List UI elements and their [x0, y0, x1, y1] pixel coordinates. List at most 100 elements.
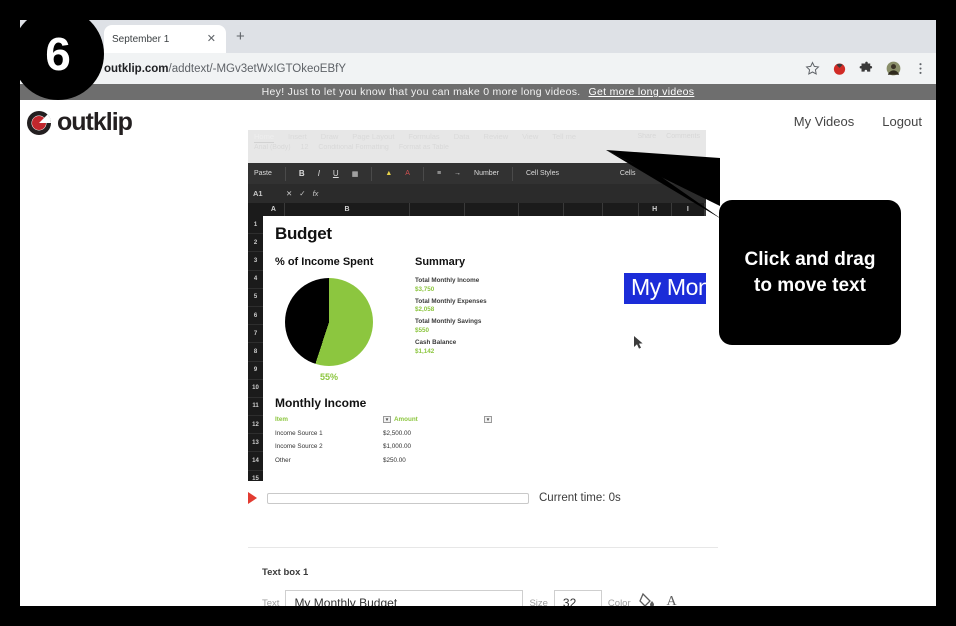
- summary-label: Total Monthly Savings: [415, 318, 482, 326]
- underline-button[interactable]: U: [333, 169, 339, 178]
- row-header[interactable]: 12: [248, 416, 263, 435]
- text-input[interactable]: My Monthly Budget: [285, 590, 524, 606]
- divider: [284, 166, 286, 181]
- row-header[interactable]: 4: [248, 271, 263, 289]
- ribbon-tab-home[interactable]: Home: [254, 132, 275, 143]
- summary-heading: Summary: [415, 256, 466, 268]
- extensions-puzzle-icon[interactable]: [859, 61, 874, 76]
- column-amount-header: Amount: [394, 416, 418, 423]
- font-color-icon[interactable]: A: [663, 591, 680, 607]
- mouse-pointer-icon: [634, 336, 643, 349]
- close-icon[interactable]: ✕: [205, 33, 218, 45]
- summary-value: $2,058: [415, 306, 435, 314]
- share-button[interactable]: Share: [637, 133, 656, 140]
- income-amount: $2,500.00: [383, 429, 412, 437]
- row-header[interactable]: 1: [248, 216, 263, 235]
- align-icon[interactable]: ≡: [437, 170, 441, 177]
- more-menu-icon[interactable]: [913, 61, 928, 76]
- ribbon-tab-view[interactable]: View: [522, 132, 538, 143]
- notice-link[interactable]: Get more long videos: [589, 86, 695, 98]
- row-header[interactable]: 3: [248, 252, 263, 271]
- comments-button[interactable]: Comments: [666, 133, 700, 140]
- italic-button[interactable]: I: [318, 169, 320, 178]
- font-size-field[interactable]: 12: [301, 144, 309, 151]
- summary-value: $1,142: [415, 347, 435, 355]
- filter-dropdown-icon[interactable]: ▾: [484, 416, 492, 423]
- filter-dropdown-icon[interactable]: ▾: [383, 416, 391, 423]
- conditional-formatting-button[interactable]: Conditional Formatting: [318, 144, 388, 151]
- table-row: Income Source 2 $1,000.00: [275, 443, 706, 450]
- row-header[interactable]: 8: [248, 343, 263, 362]
- column-header-e[interactable]: [519, 203, 565, 216]
- name-box[interactable]: A1: [253, 189, 279, 198]
- ribbon-tab-page-layout[interactable]: Page Layout: [352, 132, 394, 143]
- browser-tab-title: September 1: [112, 33, 170, 45]
- row-header[interactable]: 9: [248, 362, 263, 380]
- confirm-edit-icon[interactable]: ✓: [299, 189, 305, 198]
- screenshot-root: September 1 ✕ + outklip.com/addtext/-MGv…: [0, 0, 956, 626]
- notice-banner: Hey! Just to let you know that you can m…: [20, 84, 936, 100]
- row-header[interactable]: 14: [248, 452, 263, 471]
- summary-label: Total Monthly Income: [415, 277, 480, 284]
- divider: [248, 547, 718, 548]
- column-header-a[interactable]: A: [262, 203, 286, 216]
- income-spent-pie-chart: [285, 278, 373, 366]
- cell-styles-button[interactable]: Cell Styles: [526, 170, 559, 177]
- ribbon-tab-insert[interactable]: Insert: [288, 132, 307, 143]
- monthly-income-heading: Monthly Income: [275, 396, 367, 410]
- select-all-corner[interactable]: [248, 203, 263, 216]
- plus-icon[interactable]: +: [236, 29, 245, 44]
- row-header[interactable]: 10: [248, 380, 263, 398]
- row-header[interactable]: 15: [248, 471, 263, 481]
- summary-value: $3,750: [415, 285, 435, 293]
- indent-icon[interactable]: →: [454, 170, 461, 177]
- nav-my-videos[interactable]: My Videos: [794, 114, 854, 129]
- star-icon[interactable]: [805, 61, 820, 76]
- size-input[interactable]: 32: [553, 590, 602, 606]
- cancel-edit-icon[interactable]: ✕: [286, 189, 292, 198]
- insert-function-icon[interactable]: fx: [313, 189, 319, 198]
- size-label: Size: [529, 597, 548, 607]
- row-header[interactable]: 6: [248, 307, 263, 326]
- record-icon[interactable]: [832, 61, 847, 76]
- seek-bar[interactable]: [267, 492, 529, 504]
- ribbon-tab-draw[interactable]: Draw: [321, 132, 339, 143]
- nav-logout[interactable]: Logout: [882, 114, 922, 129]
- font-name-field[interactable]: Arial (Body): [254, 144, 291, 151]
- column-header-c[interactable]: [410, 203, 465, 216]
- ribbon-tab-data[interactable]: Data: [454, 132, 470, 143]
- site-logo[interactable]: outklip: [26, 108, 133, 137]
- color-buttons: A: [638, 591, 680, 607]
- browser-omnibox[interactable]: outklip.com/addtext/-MGv3etWxIGTOkeoEBfY: [20, 53, 936, 84]
- row-header[interactable]: 13: [248, 434, 263, 453]
- ribbon-tab-formulas[interactable]: Formulas: [408, 132, 439, 143]
- browser-tab[interactable]: September 1 ✕: [104, 25, 226, 53]
- summary-label: Total Monthly Expenses: [415, 297, 487, 305]
- video-text-overlay[interactable]: My Monthly Budget: [624, 273, 706, 304]
- column-item-header: Item: [275, 416, 288, 423]
- paste-button[interactable]: Paste: [254, 170, 272, 177]
- paint-bucket-icon[interactable]: [638, 591, 656, 606]
- row-header[interactable]: 5: [248, 289, 263, 307]
- profile-avatar-icon[interactable]: [886, 61, 901, 76]
- excel-row-headers: 1 2 3 4 5 6 7 8 9 10 11 12 13 14 15: [248, 216, 263, 481]
- ribbon-tab-review[interactable]: Review: [484, 132, 509, 143]
- font-color-icon[interactable]: A: [405, 170, 410, 177]
- borders-icon[interactable]: ▦: [352, 170, 359, 178]
- row-header[interactable]: 7: [248, 325, 263, 344]
- row-header[interactable]: 2: [248, 234, 263, 253]
- monthly-income-header-row: Item ▾ Amount ▾: [275, 416, 706, 423]
- format-as-table-button[interactable]: Format as Table: [399, 144, 449, 151]
- site-logo-text: outklip: [57, 108, 133, 136]
- ribbon-tab-tell-me[interactable]: Tell me: [552, 132, 576, 143]
- table-row: Income Source 1 $2,500.00: [275, 430, 706, 437]
- row-header[interactable]: 11: [248, 398, 263, 417]
- summary-block: Summary Total Monthly Income $3,750 Tota…: [409, 256, 487, 382]
- column-header-b[interactable]: B: [285, 203, 411, 216]
- bold-button[interactable]: B: [299, 169, 305, 178]
- column-header-d[interactable]: [464, 203, 520, 216]
- textbox-label: Text box 1: [262, 567, 309, 578]
- fill-color-icon[interactable]: ▲: [385, 170, 392, 177]
- play-icon[interactable]: [248, 492, 257, 504]
- number-format-group[interactable]: Number: [474, 170, 499, 177]
